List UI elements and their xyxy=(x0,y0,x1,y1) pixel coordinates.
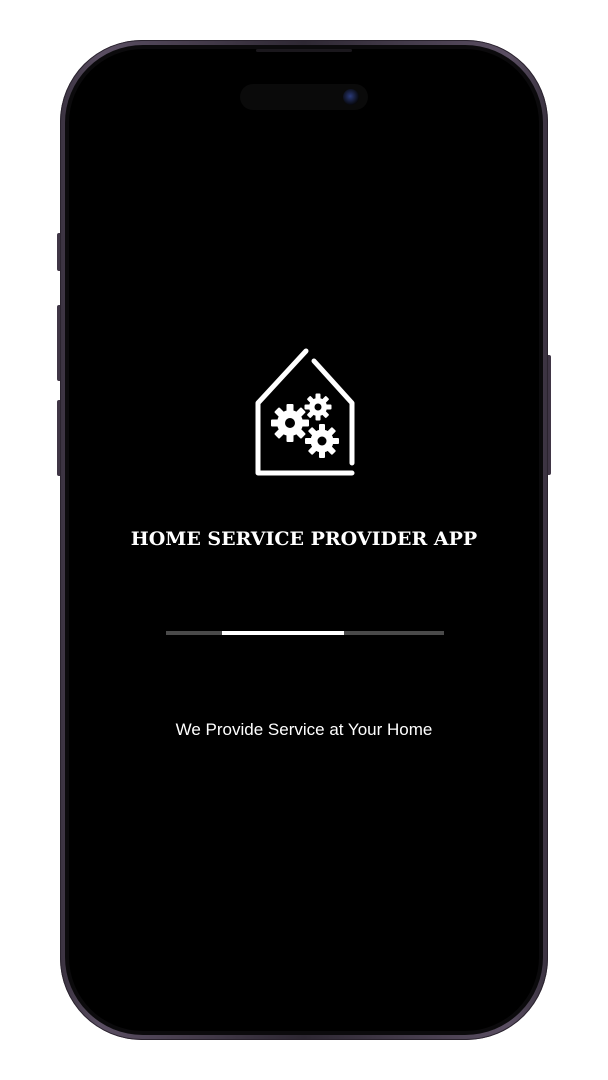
loading-progress-fill xyxy=(221,631,344,635)
speaker-slit xyxy=(256,49,352,52)
loading-progress-bar xyxy=(166,631,444,635)
house-with-gears-icon xyxy=(255,348,355,476)
app-title: HOME SERVICE PROVIDER APP xyxy=(130,528,478,550)
device-mockup: HOME SERVICE PROVIDER APP We Provide Ser… xyxy=(0,0,608,1080)
camera-icon xyxy=(343,89,359,105)
app-tagline: We Provide Service at Your Home xyxy=(175,720,433,739)
